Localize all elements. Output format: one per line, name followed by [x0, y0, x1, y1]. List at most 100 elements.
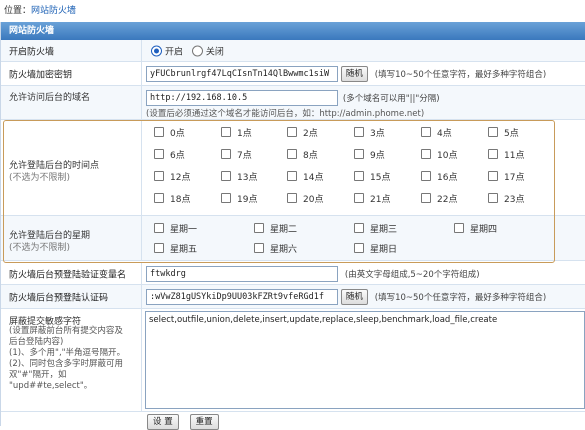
sensitive-textarea[interactable]: select,outfile,union,delete,insert,updat… — [145, 311, 585, 409]
hour-label: 16点 — [437, 173, 458, 183]
weekday-label: 星期六 — [270, 245, 298, 255]
hour-checkbox[interactable] — [287, 149, 297, 159]
weekday-label: 星期一 — [170, 225, 198, 235]
hour-label: 19点 — [237, 195, 258, 205]
row-auth-code: 防火墙后台预登陆认证码 :wVwZ81gUSYkiDp9UU03kFZRt9vf… — [1, 285, 585, 309]
auth-code-label: 防火墙后台预登陆认证码 — [9, 293, 109, 303]
hour-checkbox[interactable] — [421, 171, 431, 181]
hour-checkbox[interactable] — [287, 171, 297, 181]
hour-label: 20点 — [303, 195, 324, 205]
hour-checkbox[interactable] — [287, 127, 297, 137]
hour-checkbox[interactable] — [154, 149, 164, 159]
sensitive-description: (设置屏蔽前台所有提交内容及 后台登陆内容) (1)、多个用","半角逗号隔开。 (2… — [9, 326, 125, 392]
weekday-checkbox[interactable] — [454, 223, 464, 233]
domain-field: http://192.168.10.5 (多个域名可以用"||"分隔) — [146, 90, 440, 106]
auth-code-field: :wVwZ81gUSYkiDp9UU03kFZRt9vfeRGd1f 随机 (填… — [146, 288, 546, 305]
hour-label: 9点 — [370, 151, 385, 161]
breadcrumb-link[interactable]: 网站防火墙 — [31, 6, 76, 16]
hour-checkbox[interactable] — [354, 193, 364, 203]
row-label: 允许登陆后台的时间点 (不选为不限制) — [1, 120, 142, 215]
hour-label: 12点 — [170, 173, 191, 183]
hour-label: 13点 — [237, 173, 258, 183]
hour-label: 17点 — [504, 173, 525, 183]
hour-label: 3点 — [370, 129, 385, 139]
row-label: 允许登陆后台的星期 (不选为不限制) — [1, 216, 142, 260]
verify-var-hint: (由英文字母组成,5~20个字符组成) — [344, 269, 480, 280]
row-label: 防火墙后台预登陆验证变量名 — [1, 263, 142, 284]
form-buttons: 设 置 重置 — [147, 414, 219, 430]
verify-var-field: ftwkdrg (由英文字母组成,5~20个字符组成) — [146, 265, 480, 282]
hour-checkbox[interactable] — [421, 149, 431, 159]
hour-label: 5点 — [504, 129, 519, 139]
hour-checkbox[interactable] — [287, 193, 297, 203]
key-field: yFUCbrunlrgf47LqCIsnTn14QlBwwmc1siW 随机 (… — [146, 65, 547, 82]
hour-label: 15点 — [370, 173, 391, 183]
breadcrumb-prefix: 位置： — [4, 6, 32, 16]
row-week: 允许登陆后台的星期 (不选为不限制) 星期一 星期二 星期三 星期四 星期五 星期六 星期日 — [1, 216, 585, 261]
firewall-on-radio[interactable] — [151, 45, 162, 56]
auth-code-input[interactable]: :wVwZ81gUSYkiDp9UU03kFZRt9vfeRGd1f — [146, 288, 338, 305]
weekday-label: 星期三 — [370, 225, 398, 235]
weekday-checkbox[interactable] — [354, 223, 364, 233]
domain-note: (设置后必须通过这个域名才能访问后台，如：http://admin.phome.… — [146, 109, 425, 119]
weekday-checkbox[interactable] — [254, 223, 264, 233]
row-label: 开启防火墙 — [1, 40, 142, 61]
sensitive-desc-line: (设置屏蔽前台所有提交内容及 — [9, 326, 123, 336]
section-header: 网站防火墙 — [1, 22, 585, 40]
verify-var-label: 防火墙后台预登陆验证变量名 — [9, 270, 127, 280]
hour-checkbox[interactable] — [221, 193, 231, 203]
sensitive-desc-line: (2)、同时包含多字时屏蔽可用 — [9, 359, 124, 369]
submit-button[interactable]: 设 置 — [147, 414, 179, 430]
hour-checkbox[interactable] — [354, 149, 364, 159]
firewall-label: 开启防火墙 — [9, 47, 55, 57]
weekday-checkbox[interactable] — [154, 223, 164, 233]
weekday-checkbox[interactable] — [354, 243, 364, 253]
hour-checkbox[interactable] — [488, 193, 498, 203]
reset-button[interactable]: 重置 — [189, 414, 219, 430]
verify-var-input[interactable]: ftwkdrg — [146, 265, 338, 282]
domain-input[interactable]: http://192.168.10.5 — [146, 90, 338, 106]
hour-checkbox[interactable] — [354, 171, 364, 181]
row-verify-var: 防火墙后台预登陆验证变量名 ftwkdrg (由英文字母组成,5~20个字符组成… — [1, 263, 585, 285]
weekday-checkbox[interactable] — [254, 243, 264, 253]
hour-checkbox[interactable] — [154, 171, 164, 181]
key-input[interactable]: yFUCbrunlrgf47LqCIsnTn14QlBwwmc1siW — [146, 65, 338, 82]
sensitive-desc-line: "upd##te,select"。 — [9, 381, 93, 391]
hour-label: 1点 — [237, 129, 252, 139]
auth-code-random-button[interactable]: 随机 — [340, 288, 368, 305]
sensitive-desc-line: (1)、多个用","半角逗号隔开。 — [9, 348, 126, 358]
hour-checkbox[interactable] — [221, 149, 231, 159]
key-label: 防火墙加密密钥 — [9, 70, 73, 80]
hour-checkbox[interactable] — [154, 127, 164, 137]
hour-checkbox[interactable] — [154, 193, 164, 203]
weekday-checkbox[interactable] — [154, 243, 164, 253]
row-label: 允许访问后台的域名 — [1, 86, 142, 119]
weekday-label: 星期二 — [270, 225, 298, 235]
breadcrumb: 位置：网站防火墙 — [4, 3, 76, 19]
hour-label: 10点 — [437, 151, 458, 161]
hour-checkbox[interactable] — [221, 127, 231, 137]
hour-label: 22点 — [437, 195, 458, 205]
row-time: 允许登陆后台的时间点 (不选为不限制) 0点 1点 2点 3点 4点 5点 6点 7点 8点 9点… — [1, 120, 585, 216]
weekday-label: 星期四 — [470, 225, 498, 235]
row-domain: 允许访问后台的域名 http://192.168.10.5 (多个域名可以用"|… — [1, 86, 585, 120]
row-firewall: 开启防火墙 开启 关闭 — [1, 40, 585, 62]
hour-checkbox[interactable] — [488, 127, 498, 137]
key-hint: (填写10~50个任意字符，最好多种字符组合) — [374, 69, 547, 80]
firewall-off-radio[interactable] — [191, 45, 203, 56]
hour-checkbox[interactable] — [488, 149, 498, 159]
hour-checkbox[interactable] — [354, 127, 364, 137]
firewall-off-label: 关闭 — [205, 47, 224, 57]
firewall-on-label: 开启 — [165, 47, 184, 57]
hour-checkbox[interactable] — [488, 171, 498, 181]
hour-label: 14点 — [303, 173, 324, 183]
hour-label: 23点 — [504, 195, 525, 205]
row-label: 防火墙后台预登陆认证码 — [1, 285, 142, 308]
hour-checkbox[interactable] — [421, 193, 431, 203]
row-label: 屏蔽提交敏感字符 (设置屏蔽前台所有提交内容及 后台登陆内容) (1)、多个用","… — [1, 309, 142, 411]
hour-checkbox[interactable] — [221, 171, 231, 181]
hour-checkbox[interactable] — [421, 127, 431, 137]
sensitive-desc-line: 后台登陆内容) — [9, 337, 64, 347]
hour-label: 8点 — [303, 151, 318, 161]
key-random-button[interactable]: 随机 — [340, 65, 368, 82]
